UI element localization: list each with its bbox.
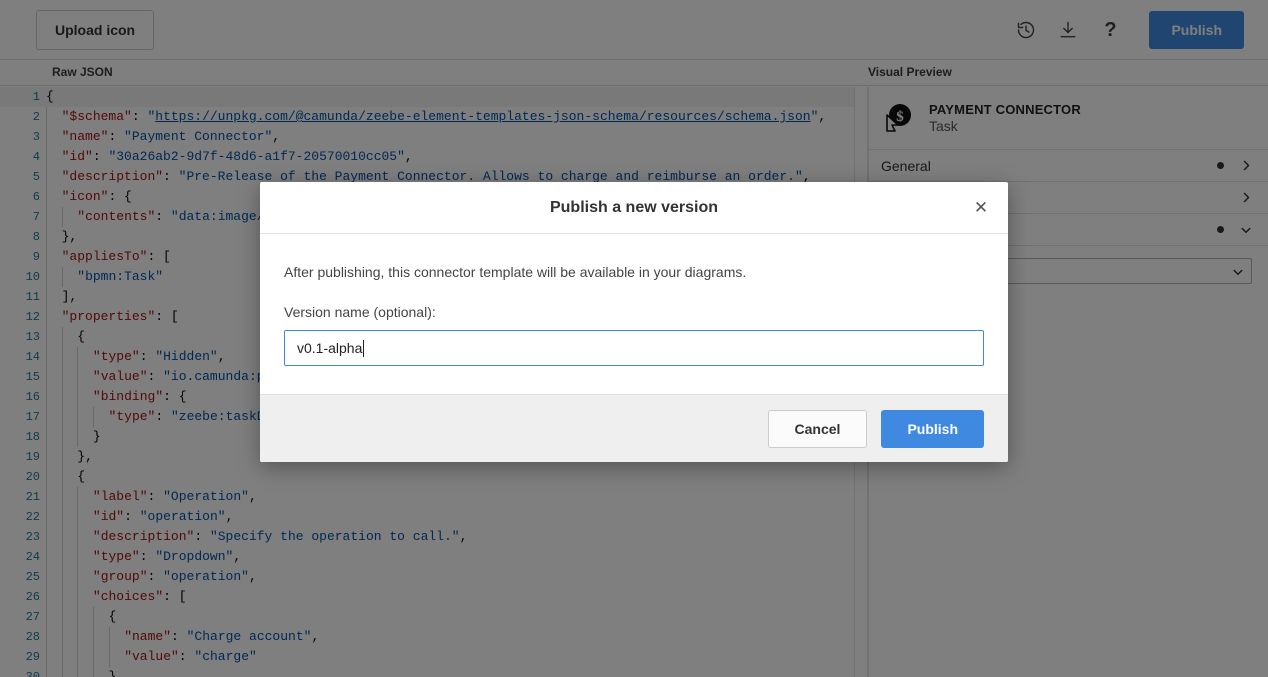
modal-title: Publish a new version [550,199,718,217]
modal-footer: Cancel Publish [260,394,1008,462]
modal-body: After publishing, this connector templat… [260,234,1008,394]
version-name-label: Version name (optional): [284,304,984,320]
version-name-input[interactable]: v0.1-alpha [284,330,984,366]
publish-version-modal: Publish a new version ✕ After publishing… [260,182,1008,462]
cancel-button[interactable]: Cancel [768,410,868,448]
text-caret [363,340,364,357]
modal-header: Publish a new version ✕ [260,182,1008,234]
version-name-value: v0.1-alpha [297,340,362,356]
close-icon[interactable]: ✕ [968,195,994,221]
publish-button-modal[interactable]: Publish [881,410,984,448]
app-root: Upload icon ? Publish Raw JSON Visual Pr… [0,0,1268,677]
modal-description: After publishing, this connector templat… [284,264,984,280]
